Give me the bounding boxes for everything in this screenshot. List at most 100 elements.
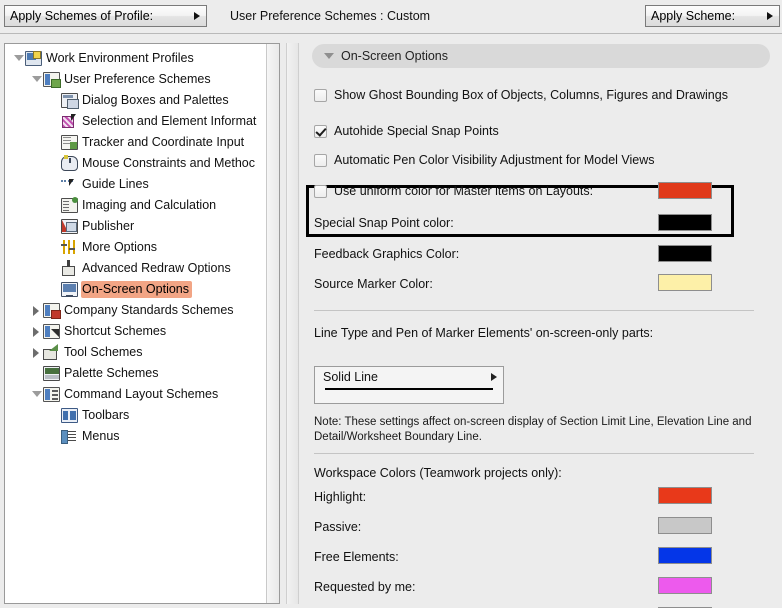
monitor-icon — [25, 51, 42, 66]
line-type-note: Note: These settings affect on-screen di… — [314, 416, 752, 443]
feedback-graphics-color-label: Feedback Graphics Color: — [314, 247, 460, 261]
workspace-color-swatch[interactable] — [658, 517, 712, 534]
tree-item-label: On-Screen Options — [81, 281, 192, 298]
tree-item-selection-and-element-informat[interactable]: Selection and Element Informat — [5, 111, 267, 132]
tree-item-label: Dialog Boxes and Palettes — [82, 93, 229, 107]
company-icon — [43, 303, 61, 319]
feedback-graphics-color-swatch[interactable] — [658, 245, 712, 262]
tree-item-company-standards-schemes[interactable]: Company Standards Schemes — [5, 300, 267, 321]
checkbox-row-auto-pen-color[interactable]: Automatic Pen Color Visibility Adjustmen… — [314, 153, 655, 168]
tree-item-label: Selection and Element Informat — [82, 114, 257, 128]
tree-item-label: More Options — [82, 240, 158, 254]
tree-item-advanced-redraw-options[interactable]: Advanced Redraw Options — [5, 258, 267, 279]
schemes-icon — [43, 72, 61, 88]
shortcut-icon — [43, 324, 60, 339]
tree-item-label: Company Standards Schemes — [64, 303, 234, 317]
chevron-right-icon[interactable] — [29, 300, 43, 321]
schemes-tree: Work Environment Profiles User Preference… — [5, 48, 267, 447]
automatic-pen-color-checkbox[interactable] — [314, 154, 327, 167]
apply-schemes-of-profile-dropdown[interactable]: Apply Schemes of Profile: — [4, 5, 207, 27]
tree-item-label: User Preference Schemes — [64, 72, 211, 86]
workspace-color-swatch[interactable] — [658, 547, 712, 564]
workspace-color-label: Passive: — [314, 520, 362, 534]
source-marker-color-swatch[interactable] — [658, 274, 712, 291]
tree-item-publisher[interactable]: Publisher — [5, 216, 267, 237]
chevron-down-icon[interactable] — [29, 69, 43, 90]
tree-item-label: Work Environment Profiles — [46, 51, 194, 65]
tree-item-palette-schemes[interactable]: Palette Schemes — [5, 363, 267, 384]
sliders-icon — [61, 240, 78, 255]
tree-item-guide-lines[interactable]: Guide Lines — [5, 174, 267, 195]
apply-scheme-dropdown[interactable]: Apply Scheme: — [645, 5, 780, 27]
tree-item-toolbars[interactable]: Toolbars — [5, 405, 267, 426]
tree-item-command-layout-schemes[interactable]: Command Layout Schemes — [5, 384, 267, 405]
tree-vertical-scrollbar[interactable] — [266, 44, 279, 603]
options-vertical-scrollbar[interactable] — [286, 43, 299, 604]
apply-scheme-label: Apply Scheme: — [651, 8, 736, 23]
chevron-right-icon[interactable] — [29, 342, 43, 363]
special-snap-point-color-swatch[interactable] — [658, 214, 712, 231]
tree-item-label: Tracker and Coordinate Input — [82, 135, 245, 149]
tree-item-user-preference-schemes[interactable]: User Preference Schemes — [5, 69, 267, 90]
tree-item-on-screen-options[interactable]: On-Screen Options — [5, 279, 267, 300]
uniform-master-color-swatch[interactable] — [658, 182, 712, 199]
chevron-down-icon[interactable] — [29, 384, 43, 405]
checkbox-row-uniform-master-color[interactable]: Use uniform color for Master items on La… — [314, 184, 593, 199]
tree-item-label: Shortcut Schemes — [64, 324, 167, 338]
cmd-layout-icon — [43, 387, 60, 402]
palette-icon — [43, 366, 60, 381]
chevron-down-icon[interactable] — [11, 48, 25, 69]
color-row-source-marker: Source Marker Color: — [314, 277, 433, 291]
selection-icon — [61, 114, 78, 129]
guide-line-icon — [61, 177, 78, 192]
tree-item-tracker-and-coordinate-input[interactable]: Tracker and Coordinate Input — [5, 132, 267, 153]
line-type-dropdown[interactable]: Solid Line — [314, 366, 504, 404]
chevron-right-icon[interactable] — [29, 321, 43, 342]
chevron-down-icon — [324, 53, 334, 59]
chevron-right-icon — [491, 373, 497, 381]
divider — [314, 453, 754, 454]
tree-item-label: Imaging and Calculation — [82, 198, 217, 212]
tree-item-more-options[interactable]: More Options — [5, 237, 267, 258]
workspace-colors-heading: Workspace Colors (Teamwork projects only… — [314, 466, 562, 480]
panel-header[interactable]: On-Screen Options — [312, 44, 770, 68]
preferences-window: Apply Schemes of Profile: User Preferenc… — [0, 0, 782, 608]
ghost-bounding-box-checkbox[interactable] — [314, 89, 327, 102]
checkbox-row-ghost-bounding-box[interactable]: Show Ghost Bounding Box of Objects, Colu… — [314, 88, 734, 103]
tree-item-label: Mouse Constraints and Methoc — [82, 156, 256, 170]
tree-item-shortcut-schemes[interactable]: Shortcut Schemes — [5, 321, 267, 342]
toolbars-icon — [61, 408, 78, 423]
uniform-master-color-checkbox[interactable] — [314, 185, 327, 198]
checkbox-row-autohide-snap-points[interactable]: Autohide Special Snap Points — [314, 124, 499, 139]
tracker-icon — [61, 135, 78, 150]
line-type-preview — [325, 388, 493, 390]
workspace-color-swatch[interactable] — [658, 577, 712, 594]
apply-schemes-of-profile-label: Apply Schemes of Profile: — [10, 8, 154, 23]
panel-header-label: On-Screen Options — [341, 49, 448, 63]
workspace-color-label: Free Elements: — [314, 550, 399, 564]
tree-item-work-environment-profiles[interactable]: Work Environment Profiles — [5, 48, 267, 69]
autohide-special-snap-points-checkbox[interactable] — [314, 125, 327, 138]
toolbar: Apply Schemes of Profile: User Preferenc… — [0, 0, 782, 34]
tree-item-imaging-and-calculation[interactable]: Imaging and Calculation — [5, 195, 267, 216]
workspace-color-swatch[interactable] — [658, 487, 712, 504]
source-marker-color-label: Source Marker Color: — [314, 277, 433, 291]
tree-item-tool-schemes[interactable]: Tool Schemes — [5, 342, 267, 363]
workspace-color-label: Requested by me: — [314, 580, 416, 594]
on-screen-options-panel: On-Screen Options Show Ghost Bounding Bo… — [300, 38, 782, 608]
autohide-special-snap-points-label: Autohide Special Snap Points — [334, 124, 499, 138]
tree-item-menus[interactable]: Menus — [5, 426, 267, 447]
tree-item-mouse-constraints-and-methoc[interactable]: Mouse Constraints and Methoc — [5, 153, 267, 174]
tree-item-dialog-boxes-and-palettes[interactable]: Dialog Boxes and Palettes — [5, 90, 267, 111]
